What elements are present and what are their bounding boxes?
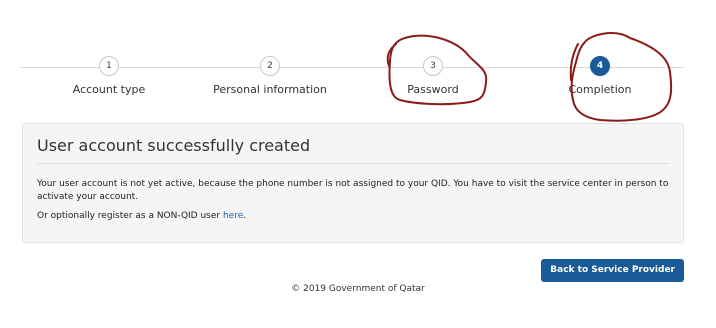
hand-drawn-annotations bbox=[386, 32, 673, 122]
annotation-circle-password bbox=[386, 34, 488, 106]
annotation-circle-completion bbox=[569, 32, 673, 122]
